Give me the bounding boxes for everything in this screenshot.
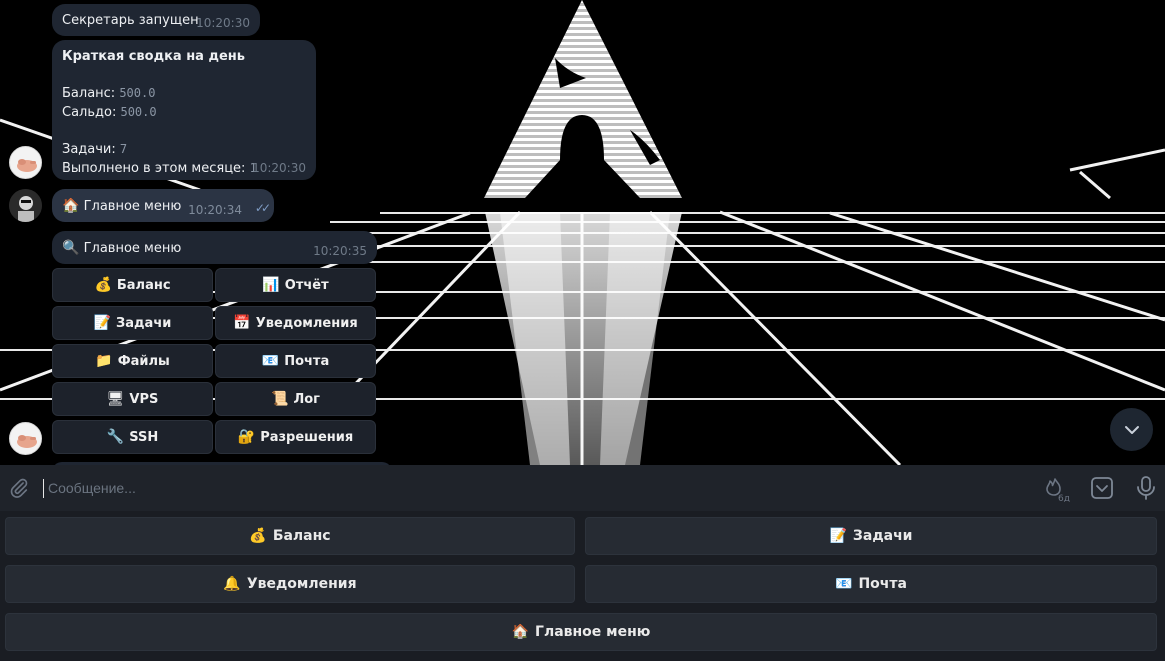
- button-label: VPS: [129, 391, 159, 407]
- message-time: 10:20:34: [188, 203, 242, 217]
- message-user-main-menu[interactable]: 🏠 Главное меню 10:20:34 ✓✓: [52, 189, 274, 222]
- bot-keyboard-toggle[interactable]: [1090, 476, 1114, 504]
- inline-button-mail[interactable]: 📧 Почта: [215, 344, 376, 378]
- button-label: Разрешения: [260, 429, 354, 445]
- bell-icon: 🔔: [223, 576, 241, 592]
- button-label: Лог: [293, 391, 320, 407]
- timer-fire-button[interactable]: 6д: [1044, 476, 1070, 506]
- scroll-to-bottom-button[interactable]: [1110, 408, 1153, 451]
- message-input[interactable]: [48, 478, 948, 498]
- button-label: Баланс: [272, 528, 331, 544]
- reply-keyboard: 💰 Баланс 📝 Задачи 🔔 Уведомления 📧 Почта …: [0, 511, 1165, 661]
- summary-tasks-row: Задачи: 7: [62, 140, 306, 159]
- timer-fire-icon: 6д: [1046, 478, 1070, 504]
- inline-button-log[interactable]: 📜 Лог: [215, 382, 376, 416]
- voice-record-button[interactable]: [1135, 475, 1157, 505]
- chat-area[interactable]: Секретарь запущен 10:20:30 Краткая сводк…: [0, 0, 1165, 465]
- button-label: Задачи: [852, 528, 913, 544]
- reply-button-mail[interactable]: 📧 Почта: [585, 565, 1157, 603]
- tasks-label: Задачи:: [62, 142, 116, 157]
- text-caret: [43, 479, 44, 498]
- inline-button-tasks[interactable]: 📝 Задачи: [52, 306, 213, 340]
- bot-avatar[interactable]: [9, 422, 42, 455]
- button-label: SSH: [129, 429, 159, 445]
- reply-button-tasks[interactable]: 📝 Задачи: [585, 517, 1157, 555]
- inline-button-notifications[interactable]: 📅 Уведомления: [215, 306, 376, 340]
- calendar-icon: 📅: [233, 315, 251, 331]
- bar-chart-icon: 📊: [262, 277, 280, 293]
- balance-value[interactable]: 500.0: [119, 86, 155, 100]
- timer-badge: 6д: [1058, 494, 1070, 502]
- button-label: Почта: [858, 576, 907, 592]
- message-text: Главное меню: [83, 199, 182, 214]
- message-time: 10:20:35: [313, 244, 367, 258]
- reply-button-main-menu[interactable]: 🏠 Главное меню: [5, 613, 1157, 651]
- button-label: Файлы: [117, 353, 170, 369]
- button-label: Отчёт: [284, 277, 329, 293]
- message-bot-summary[interactable]: Краткая сводка на день Баланс: 500.0 Сал…: [52, 40, 316, 180]
- magnifier-emoji-icon: 🔍: [62, 240, 80, 256]
- money-bag-icon: 💰: [249, 528, 267, 544]
- inline-button-balance[interactable]: 💰 Баланс: [52, 268, 213, 302]
- money-bag-icon: 💰: [94, 277, 112, 293]
- message-composer: 6д: [0, 465, 1165, 511]
- message-text: Секретарь запущен: [62, 13, 199, 28]
- inline-button-files[interactable]: 📁 Файлы: [52, 344, 213, 378]
- button-label: Задачи: [116, 315, 172, 331]
- saldo-label: Сальдо:: [62, 105, 117, 120]
- message-bot-status[interactable]: Секретарь запущен 10:20:30: [52, 4, 260, 36]
- scroll-icon: 📜: [271, 391, 289, 407]
- reply-button-notifications[interactable]: 🔔 Уведомления: [5, 565, 575, 603]
- summary-saldo-row: Сальдо: 500.0: [62, 103, 306, 122]
- inline-button-ssh[interactable]: 🔧 SSH: [52, 420, 213, 454]
- chevron-down-icon: [1124, 425, 1139, 434]
- memo-icon: 📝: [93, 315, 112, 331]
- button-label: Уведомления: [246, 576, 357, 592]
- house-icon: 🏠: [511, 624, 530, 640]
- button-label: Баланс: [116, 277, 171, 293]
- inline-button-report[interactable]: 📊 Отчёт: [215, 268, 376, 302]
- user-avatar[interactable]: [9, 189, 42, 222]
- button-label: Почта: [284, 353, 330, 369]
- microphone-icon: [1137, 476, 1155, 500]
- wrench-icon: 🔧: [106, 429, 125, 445]
- message-text: Главное меню: [83, 241, 182, 256]
- message-bot-menu[interactable]: 🔍 Главное меню 10:20:35: [52, 231, 377, 264]
- envelope-icon: 📧: [835, 576, 853, 592]
- button-label: Главное меню: [535, 624, 651, 640]
- message-time: 10:20:30: [196, 16, 250, 30]
- tasks-value[interactable]: 7: [120, 142, 127, 156]
- inline-button-vps[interactable]: 🖥 VPS: [52, 382, 213, 416]
- memo-icon: 📝: [829, 528, 847, 544]
- house-emoji-icon: 🏠: [62, 198, 80, 214]
- button-label: Уведомления: [255, 315, 358, 331]
- reply-button-balance[interactable]: 💰 Баланс: [5, 517, 575, 555]
- summary-title: Краткая сводка на день: [62, 49, 245, 64]
- paperclip-icon[interactable]: [8, 477, 30, 499]
- lock-key-icon: 🔐: [237, 429, 256, 445]
- message-time: 10:20:30: [252, 161, 306, 175]
- desktop-computer-icon: 🖥: [106, 391, 125, 407]
- user-portrait-icon: [9, 189, 42, 222]
- balance-label: Баланс:: [62, 86, 116, 101]
- done-label: Выполнено в этом месяце:: [62, 161, 246, 176]
- folder-icon: 📁: [95, 353, 113, 369]
- inline-button-permissions[interactable]: 🔐 Разрешения: [215, 420, 376, 454]
- summary-balance-row: Баланс: 500.0: [62, 84, 306, 103]
- read-checkmarks-icon: ✓✓: [254, 201, 271, 215]
- envelope-icon: 📧: [261, 353, 280, 369]
- saldo-value[interactable]: 500.0: [120, 105, 156, 119]
- bot-avatar[interactable]: [9, 146, 42, 179]
- bot-keyboard-icon: [1091, 477, 1113, 499]
